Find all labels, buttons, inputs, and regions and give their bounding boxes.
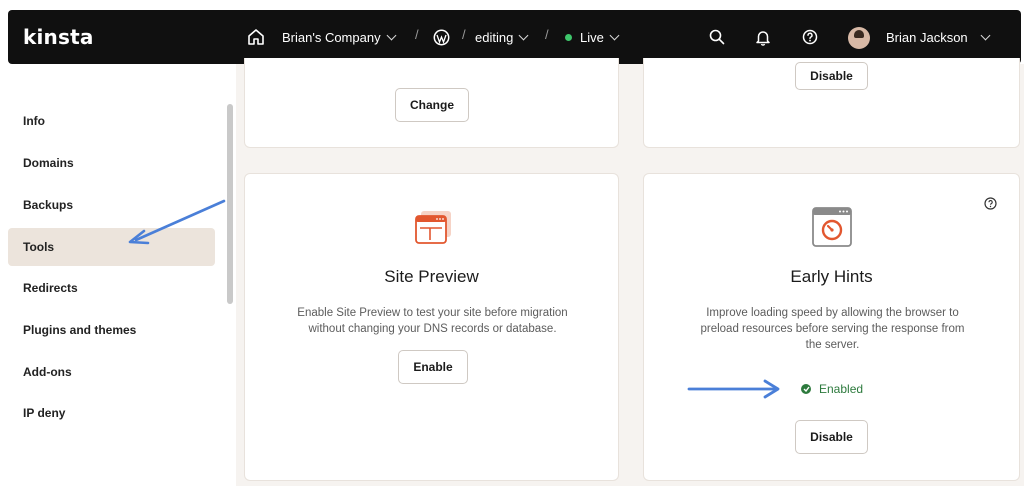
top-navigation-bar: kinsta Brian's Company / / editing / Liv…	[8, 10, 1021, 64]
breadcrumb-separator: /	[415, 27, 419, 42]
chevron-down-icon	[386, 30, 397, 40]
disable-button[interactable]: Disable	[795, 420, 868, 454]
company-name: Brian's Company	[282, 29, 381, 45]
search-icon[interactable]	[705, 25, 729, 49]
card-description: Enable Site Preview to test your site be…	[255, 305, 610, 337]
status-label: Live	[580, 29, 604, 45]
sidebar-item-plugins-and-themes[interactable]: Plugins and themes	[8, 311, 215, 349]
annotation-arrow	[128, 199, 226, 245]
breadcrumb-separator: /	[462, 27, 466, 42]
chevron-down-icon	[518, 30, 529, 40]
sidebar-item-add-ons[interactable]: Add-ons	[8, 353, 215, 391]
check-icon	[801, 384, 811, 394]
disable-button[interactable]: Disable	[795, 62, 868, 90]
change-button[interactable]: Change	[395, 88, 469, 122]
tool-card: Disable	[643, 58, 1020, 148]
site-preview-icon	[415, 209, 453, 250]
user-name: Brian Jackson	[886, 29, 968, 45]
description-line: without changing your DNS records or dat…	[308, 323, 557, 335]
enable-button[interactable]: Enable	[398, 350, 468, 384]
description-line: the server.	[805, 339, 860, 351]
help-icon[interactable]	[984, 197, 997, 215]
environment-selector[interactable]: editing	[475, 10, 529, 64]
status-label: Enabled	[819, 382, 864, 396]
kinsta-logo[interactable]: kinsta	[23, 25, 94, 49]
card-description: Improve loading speed by allowing the br…	[654, 305, 1011, 353]
sidebar-item-info[interactable]: Info	[8, 102, 215, 140]
chevron-down-icon	[980, 30, 991, 40]
avatar[interactable]	[848, 27, 870, 49]
card-title: Site Preview	[384, 267, 479, 286]
early-hints-card: Early Hints Improve loading speed by all…	[643, 173, 1020, 481]
description-line: Enable Site Preview to test your site be…	[297, 307, 568, 319]
description-line: preload resources before serving the res…	[700, 323, 965, 335]
wordpress-icon[interactable]	[429, 25, 453, 49]
status-selector[interactable]: Live	[565, 10, 620, 64]
chevron-down-icon	[609, 30, 620, 40]
site-preview-card: Site Preview Enable Site Preview to test…	[244, 173, 619, 481]
tool-card: Change	[244, 58, 619, 148]
company-selector[interactable]: Brian's Company	[282, 10, 397, 64]
home-icon[interactable]	[244, 25, 268, 49]
sidebar-item-domains[interactable]: Domains	[8, 144, 215, 182]
status-badge: Enabled	[801, 382, 863, 396]
breadcrumb-separator: /	[545, 27, 549, 42]
user-menu[interactable]: Brian Jackson	[886, 10, 991, 64]
annotation-arrow	[687, 379, 780, 399]
environment-name: editing	[475, 29, 514, 45]
tools-content: Change Disable Site Preview Enable Site …	[236, 58, 1024, 486]
bell-icon[interactable]	[751, 25, 775, 49]
early-hints-icon	[812, 207, 852, 252]
help-icon[interactable]	[798, 25, 822, 49]
live-status-dot	[565, 33, 572, 41]
description-line: Improve loading speed by allowing the br…	[706, 307, 959, 319]
card-title: Early Hints	[790, 267, 873, 286]
sidebar-item-ip-deny[interactable]: IP deny	[8, 394, 215, 432]
sidebar-item-redirects[interactable]: Redirects	[8, 269, 215, 307]
